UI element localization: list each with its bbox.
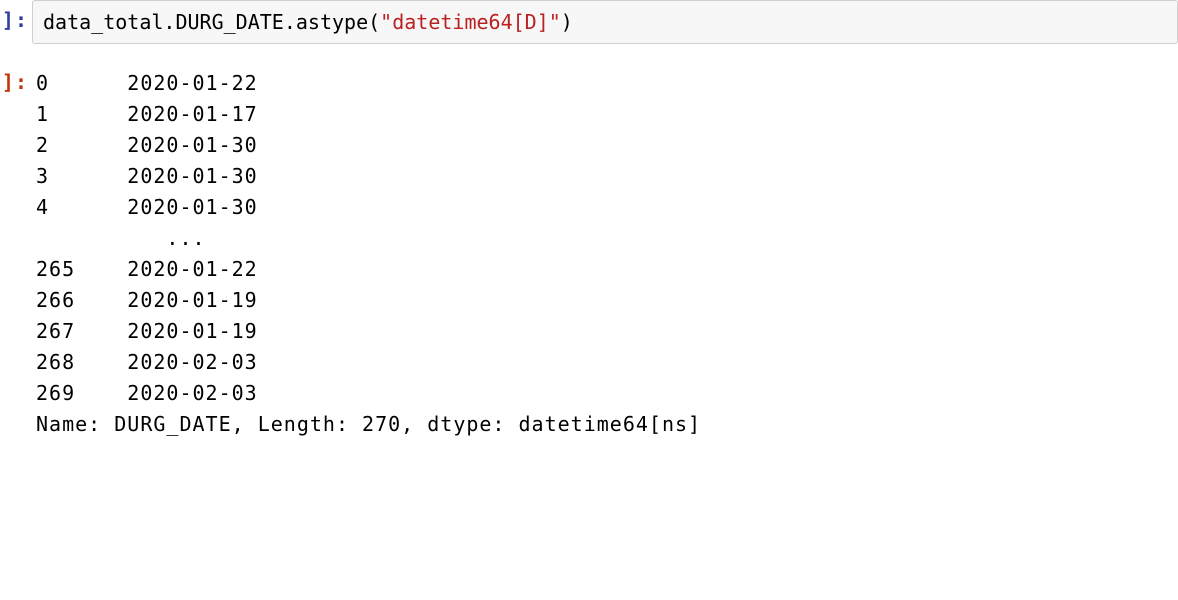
code-string-close-quote: " [549,10,561,34]
code-text-suffix: ) [561,10,573,34]
code-text-prefix: data_total.DURG_DATE.astype( [43,10,380,34]
output-prompt: ]: [0,62,32,94]
output-cell: ]: 0 2020-01-22 1 2020-01-17 2 2020-01-3… [0,62,1178,446]
input-cell: ]: data_total.DURG_DATE.astype("datetime… [0,0,1178,44]
input-prompt: ]: [0,0,32,32]
code-string-literal: datetime64[D] [392,10,549,34]
output-text: 0 2020-01-22 1 2020-01-17 2 2020-01-30 3… [32,62,1178,446]
code-input[interactable]: data_total.DURG_DATE.astype("datetime64[… [32,0,1178,44]
code-string-open-quote: " [380,10,392,34]
